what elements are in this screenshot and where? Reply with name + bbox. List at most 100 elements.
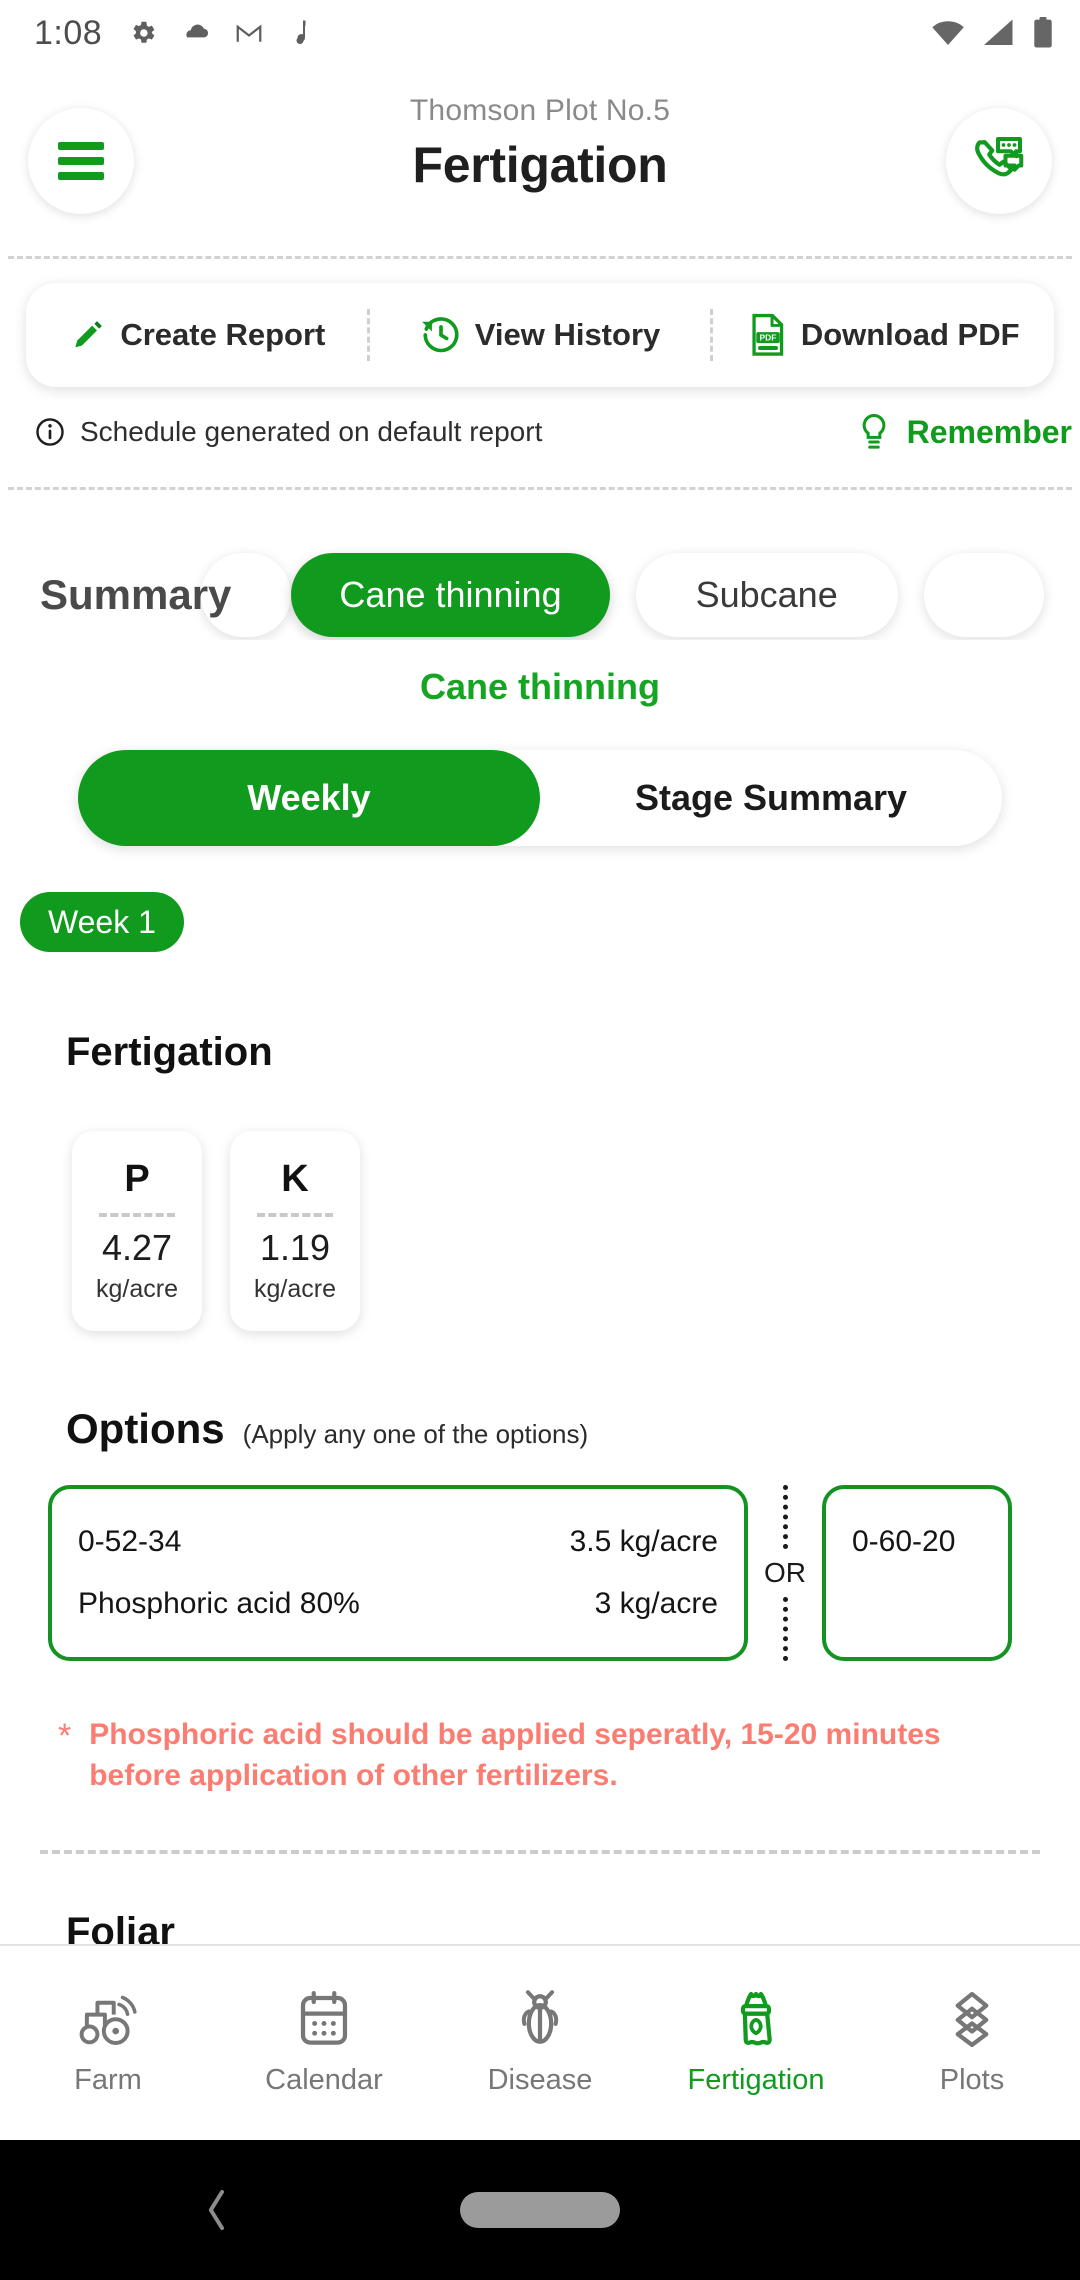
current-stage-name: Cane thinning <box>0 640 1080 708</box>
view-toggle-container: Weekly Stage Summary <box>0 708 1080 846</box>
wifi-icon <box>930 18 966 48</box>
week-badge[interactable]: Week 1 <box>20 892 184 952</box>
gmail-icon <box>234 18 264 48</box>
stage-chip-label: Subcane <box>696 574 838 616</box>
summary-label[interactable]: Summary <box>0 571 265 619</box>
home-pill-icon[interactable] <box>460 2192 620 2228</box>
stage-chip-label: Cane thinning <box>339 574 561 616</box>
option-row: 0-60-20 <box>852 1511 982 1573</box>
option-row: 0-52-34 3.5 kg/acre <box>78 1511 718 1573</box>
nutrient-value: 4.27 <box>102 1227 172 1269</box>
status-time: 1:08 <box>34 14 102 53</box>
option-product-qty: 3.5 kg/acre <box>570 1525 718 1559</box>
nav-item-disease[interactable]: Disease <box>432 1990 648 2097</box>
option-product-name: 0-52-34 <box>78 1525 570 1559</box>
nutrient-divider <box>257 1213 333 1217</box>
app-screen: 1:08 <box>0 0 1080 2280</box>
options-row[interactable]: 0-52-34 3.5 kg/acre Phosphoric acid 80% … <box>0 1453 1080 1661</box>
or-dotted-line-top <box>783 1485 788 1549</box>
bug-icon <box>512 1990 568 2048</box>
schedule-note: Schedule generated on default report <box>34 416 542 448</box>
view-toggle[interactable]: Weekly Stage Summary <box>78 750 1002 846</box>
nav-label: Fertigation <box>687 2064 824 2097</box>
schedule-note-row: Schedule generated on default report Rem… <box>0 387 1080 451</box>
nav-label: Disease <box>488 2064 593 2097</box>
schedule-note-text: Schedule generated on default report <box>80 416 542 448</box>
or-label: OR <box>764 1549 806 1597</box>
svg-text:PDF: PDF <box>759 333 776 343</box>
stage-tabs[interactable]: Summary Cane thinning Subcane <box>0 490 1080 640</box>
nutrient-unit: kg/acre <box>254 1275 336 1304</box>
toggle-option-stage-summary[interactable]: Stage Summary <box>540 750 1002 846</box>
phosphoric-acid-warning: * Phosphoric acid should be applied sepe… <box>0 1661 1080 1796</box>
status-notification-icons <box>128 18 310 48</box>
settings-icon <box>128 18 158 48</box>
stage-chip-next-partial[interactable] <box>924 553 1044 637</box>
or-dotted-line-bottom <box>783 1597 788 1661</box>
foliar-section-heading: Foliar <box>0 1854 1080 1955</box>
nav-label: Calendar <box>265 2064 383 2097</box>
cloud-icon <box>180 18 212 48</box>
music-note-icon <box>286 18 310 48</box>
bottom-navigation: Farm Calendar Disease <box>0 1944 1080 2140</box>
toggle-stage-summary-label: Stage Summary <box>635 777 907 819</box>
calendar-icon <box>294 1990 354 2048</box>
stage-chip-subcane[interactable]: Subcane <box>636 553 898 637</box>
download-pdf-button[interactable]: PDF Download PDF <box>713 283 1054 387</box>
options-heading-row: Options (Apply any one of the options) <box>0 1331 1080 1453</box>
app-header: Thomson Plot No.5 Fertigation <box>0 66 1080 256</box>
nutrient-unit: kg/acre <box>96 1275 178 1304</box>
warning-marker: * <box>58 1715 71 1796</box>
nutrient-card-p: P 4.27 kg/acre <box>72 1131 202 1331</box>
stage-chip-cane-thinning[interactable]: Cane thinning <box>291 553 609 637</box>
options-title: Options <box>66 1405 225 1453</box>
toggle-option-weekly[interactable]: Weekly <box>78 750 540 846</box>
remember-label: Remember <box>907 414 1072 451</box>
week-badge-row: Week 1 <box>0 846 1080 952</box>
toggle-weekly-label: Weekly <box>247 777 370 819</box>
warning-text: Phosphoric acid should be applied sepera… <box>89 1715 1016 1796</box>
view-history-label: View History <box>475 317 661 353</box>
pdf-file-icon: PDF <box>748 313 788 357</box>
option-row-empty <box>852 1573 982 1635</box>
nav-item-farm[interactable]: Farm <box>0 1990 216 2097</box>
nutrient-card-k: K 1.19 kg/acre <box>230 1131 360 1331</box>
nutrient-symbol: P <box>124 1158 149 1201</box>
option-card-2[interactable]: 0-60-20 <box>822 1485 1012 1661</box>
option-card-1[interactable]: 0-52-34 3.5 kg/acre Phosphoric acid 80% … <box>48 1485 748 1661</box>
nav-item-fertigation[interactable]: Fertigation <box>648 1990 864 2097</box>
fertigation-section-heading: Fertigation <box>0 952 1080 1075</box>
support-button[interactable] <box>946 108 1052 214</box>
create-report-button[interactable]: Create Report <box>26 283 367 387</box>
status-bar: 1:08 <box>0 0 1080 66</box>
create-report-label: Create Report <box>120 317 325 353</box>
tractor-icon <box>75 1990 141 2048</box>
cellular-signal-icon <box>982 18 1016 48</box>
option-product-name: Phosphoric acid 80% <box>78 1587 595 1621</box>
options-subtitle: (Apply any one of the options) <box>243 1419 588 1450</box>
nav-item-plots[interactable]: Plots <box>864 1990 1080 2097</box>
page-title: Fertigation <box>0 136 1080 194</box>
nutrient-divider <box>99 1213 175 1217</box>
phone-support-icon <box>969 131 1029 191</box>
remember-button[interactable]: Remember <box>857 413 1072 451</box>
nav-label: Farm <box>74 2064 142 2097</box>
download-pdf-label: Download PDF <box>801 317 1020 353</box>
nav-item-calendar[interactable]: Calendar <box>216 1990 432 2097</box>
back-chevron-icon[interactable] <box>196 2182 236 2238</box>
option-row: Phosphoric acid 80% 3 kg/acre <box>78 1573 718 1635</box>
nav-label: Plots <box>940 2064 1004 2097</box>
action-bar: Create Report View History PDF <box>26 283 1054 387</box>
lightbulb-icon <box>857 413 891 451</box>
pencil-icon <box>67 315 107 355</box>
info-icon <box>34 416 66 448</box>
nutrient-value: 1.19 <box>260 1227 330 1269</box>
system-navigation-bar <box>0 2140 1080 2280</box>
layers-icon <box>942 1990 1002 2048</box>
plot-subtitle: Thomson Plot No.5 <box>0 94 1080 128</box>
battery-icon <box>1032 17 1054 49</box>
nutrient-cards: P 4.27 kg/acre K 1.19 kg/acre <box>0 1075 1080 1331</box>
view-history-button[interactable]: View History <box>370 283 711 387</box>
option-or-separator: OR <box>748 1485 822 1661</box>
menu-button[interactable] <box>28 108 134 214</box>
